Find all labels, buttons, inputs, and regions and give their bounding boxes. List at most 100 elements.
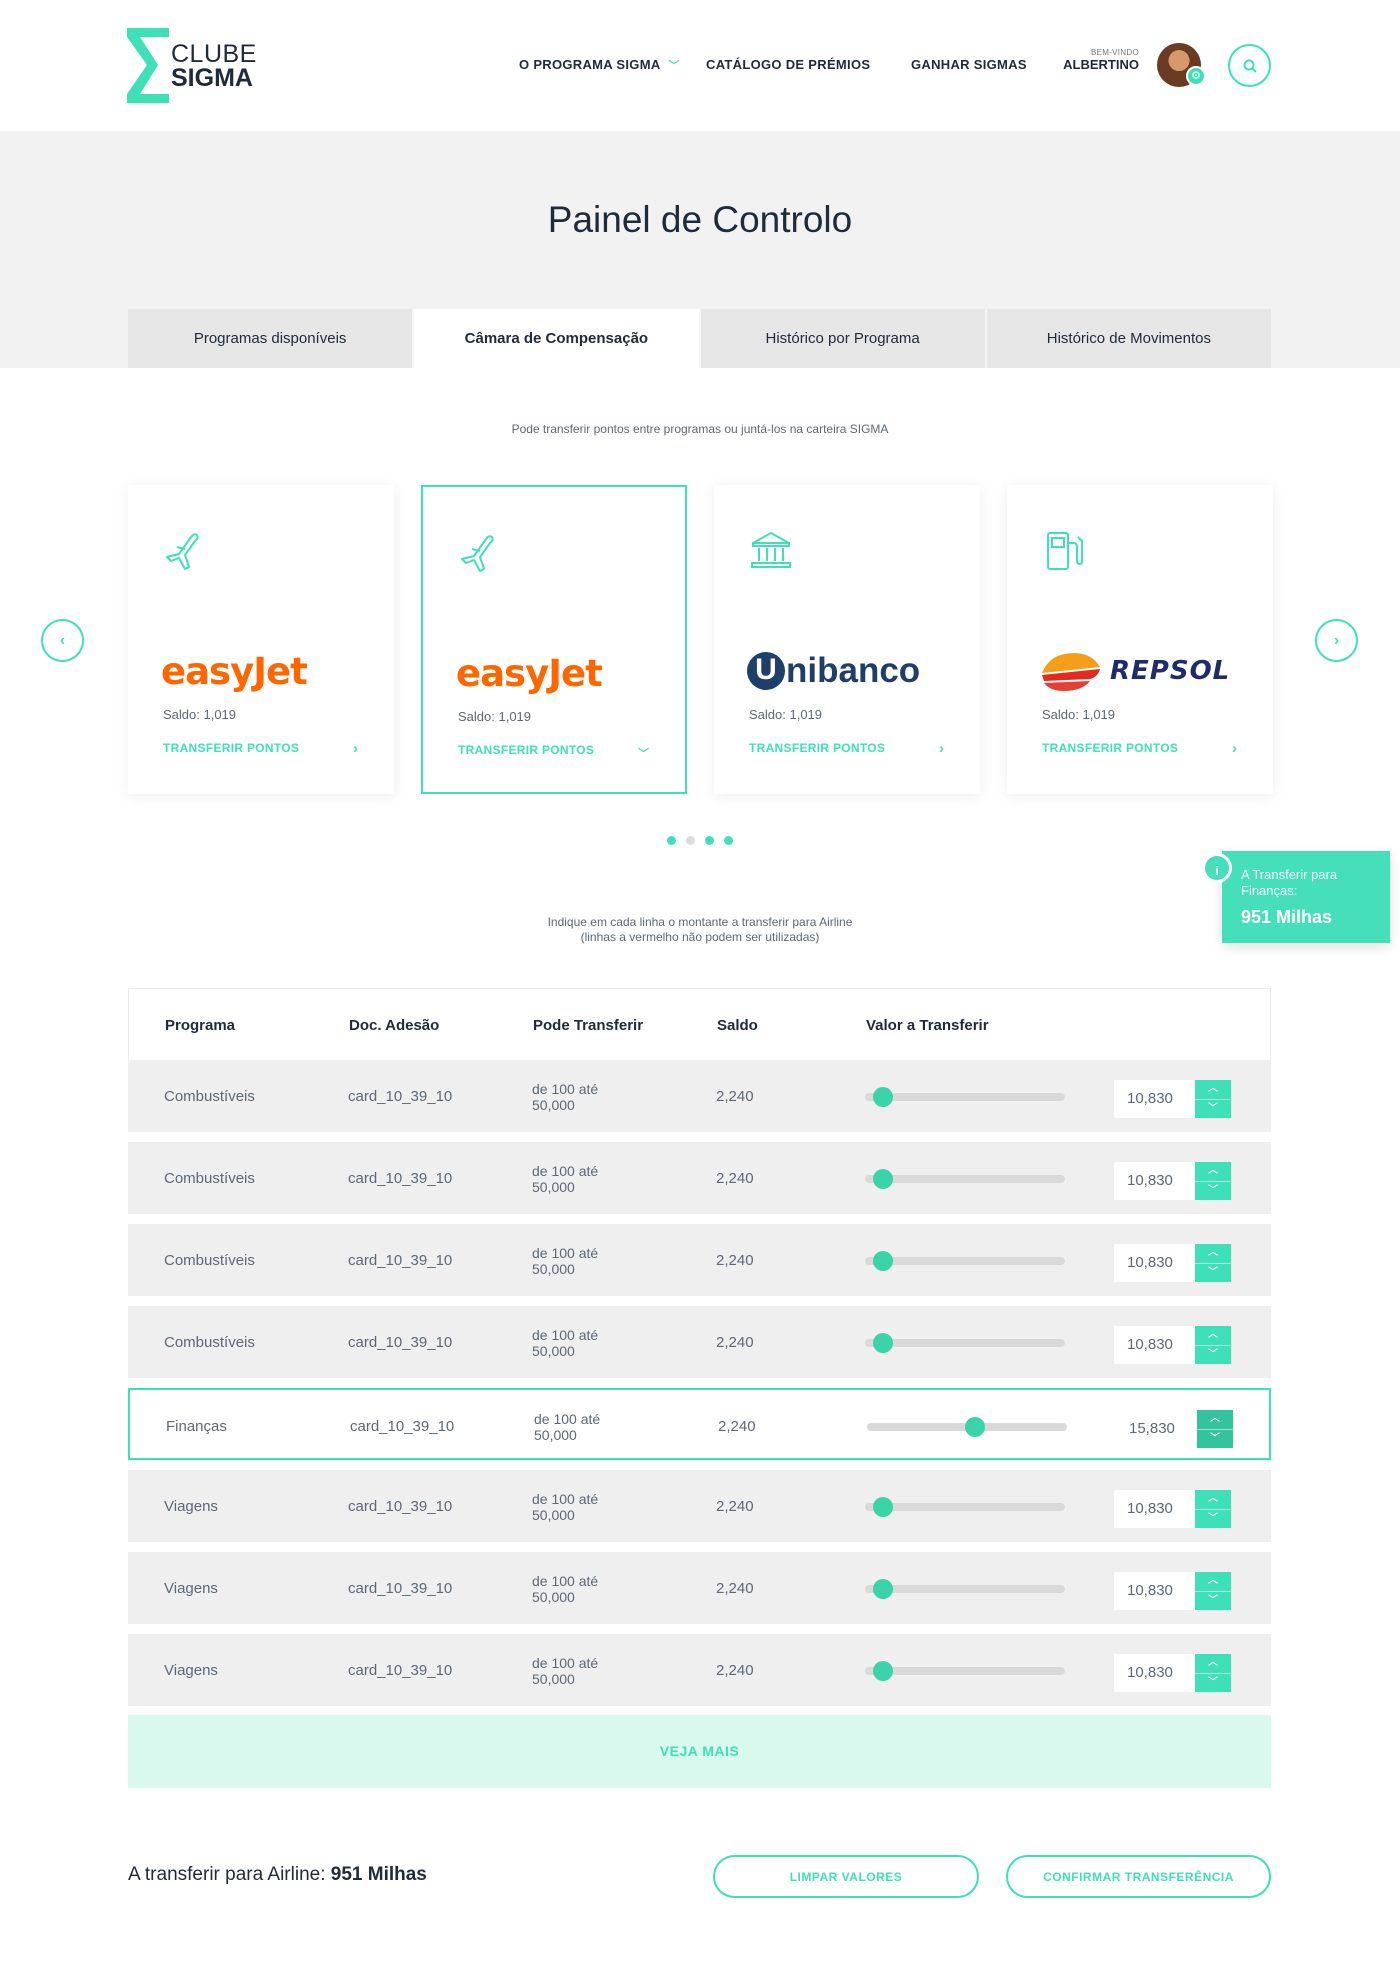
- chevron-up-icon[interactable]: ︿: [1195, 1572, 1231, 1592]
- chevron-right-icon[interactable]: ›: [1232, 740, 1237, 757]
- transfer-points-link[interactable]: TRANSFERIR PONTOS: [1042, 741, 1178, 755]
- chevron-down-icon[interactable]: ﹀: [1195, 1182, 1231, 1201]
- table-row[interactable]: Viagens card_10_39_10 de 100 até 50,000 2,2…: [128, 1552, 1271, 1624]
- value-input[interactable]: 10,830: [1114, 1326, 1195, 1364]
- value-stepper[interactable]: ︿ ﹀: [1195, 1244, 1231, 1282]
- clear-values-button[interactable]: LIMPAR VALORES: [713, 1855, 979, 1898]
- chevron-right-icon[interactable]: ›: [353, 740, 358, 757]
- chevron-down-icon[interactable]: ﹀: [1195, 1674, 1231, 1693]
- carousel-prev-button[interactable]: ‹: [41, 619, 84, 662]
- transfer-points-link[interactable]: TRANSFERIR PONTOS: [163, 741, 299, 755]
- value-input[interactable]: 10,830: [1114, 1162, 1195, 1200]
- chevron-up-icon[interactable]: ︿: [1195, 1162, 1231, 1182]
- table-row[interactable]: Combustíveis card_10_39_10 de 100 até 50,0…: [128, 1306, 1271, 1378]
- nav-programa-sigma[interactable]: O PROGRAMA SIGMA ﹀: [519, 57, 680, 73]
- value-input[interactable]: 10,830: [1114, 1244, 1195, 1282]
- table-row[interactable]: Combustíveis card_10_39_10 de 100 até 50,0…: [128, 1060, 1271, 1132]
- chevron-up-icon[interactable]: ︿: [1197, 1410, 1233, 1430]
- sigma-logo-icon: [127, 28, 169, 103]
- slider-handle[interactable]: [965, 1417, 985, 1437]
- value-slider[interactable]: [865, 1169, 1065, 1189]
- value-slider[interactable]: [867, 1417, 1067, 1437]
- chevron-down-icon[interactable]: ﹀: [1195, 1592, 1231, 1611]
- value-input[interactable]: 10,830: [1114, 1572, 1195, 1610]
- slider-handle[interactable]: [873, 1333, 893, 1353]
- slider-handle[interactable]: [873, 1251, 893, 1271]
- pagination-dot[interactable]: [705, 836, 714, 845]
- value-stepper[interactable]: ︿ ﹀: [1195, 1490, 1231, 1528]
- value-slider[interactable]: [865, 1497, 1065, 1517]
- nav-ganhar-sigmas[interactable]: GANHAR SIGMAS: [911, 57, 1027, 72]
- clube-sigma-logo[interactable]: CLUBE SIGMA: [127, 28, 257, 103]
- value-slider[interactable]: [865, 1579, 1065, 1599]
- chevron-down-icon[interactable]: ﹀: [1195, 1264, 1231, 1283]
- value-slider[interactable]: [865, 1087, 1065, 1107]
- value-stepper[interactable]: ︿ ﹀: [1195, 1654, 1231, 1692]
- value-input[interactable]: 10,830: [1114, 1490, 1195, 1528]
- chevron-up-icon[interactable]: ︿: [1195, 1326, 1231, 1346]
- value-stepper[interactable]: ︿ ﹀: [1195, 1080, 1231, 1118]
- tab-historico-programa[interactable]: Histórico por Programa: [700, 309, 987, 368]
- chevron-down-icon[interactable]: ﹀: [1195, 1346, 1231, 1365]
- carousel-next-button[interactable]: ›: [1315, 619, 1358, 662]
- transfer-points-link[interactable]: TRANSFERIR PONTOS: [458, 743, 594, 757]
- program-card[interactable]: easyJet Saldo: 1,019 TRANSFERIR PONTOS ﹀: [421, 485, 687, 794]
- unibanco-logo: Unibanco: [747, 651, 920, 691]
- col-doc-adesao: Doc. Adesão: [349, 1017, 440, 1034]
- table-row[interactable]: Viagens card_10_39_10 de 100 até 50,000 2,2…: [128, 1470, 1271, 1542]
- chevron-down-icon[interactable]: ﹀: [1195, 1510, 1231, 1529]
- value-stepper[interactable]: ︿ ﹀: [1195, 1162, 1231, 1200]
- unibanco-wordmark: nibanco: [786, 651, 921, 690]
- table-row[interactable]: Finanças card_10_39_10 de 100 até 50,000 2,…: [128, 1388, 1271, 1460]
- value-slider[interactable]: [865, 1251, 1065, 1271]
- user-name[interactable]: ALBERTINO: [1063, 57, 1139, 72]
- pagination-dot[interactable]: [686, 836, 695, 845]
- value-input[interactable]: 10,830: [1114, 1654, 1195, 1692]
- chevron-down-icon[interactable]: ﹀: [1197, 1430, 1233, 1449]
- instructions-line1: Indique em cada linha o montante a trans…: [547, 915, 853, 929]
- chevron-right-icon[interactable]: ›: [939, 740, 944, 757]
- chevron-down-icon[interactable]: ﹀: [638, 745, 649, 761]
- pagination-dot[interactable]: [724, 836, 733, 845]
- pagination-dot[interactable]: [667, 836, 676, 845]
- tab-programas-disponiveis[interactable]: Programas disponíveis: [128, 309, 415, 368]
- slider-handle[interactable]: [873, 1169, 893, 1189]
- value-stepper[interactable]: ︿ ﹀: [1197, 1410, 1233, 1448]
- tab-bar: Programas disponíveis Câmara de Compensa…: [128, 309, 1271, 368]
- search-button[interactable]: [1228, 44, 1271, 87]
- value-stepper[interactable]: ︿ ﹀: [1195, 1326, 1231, 1364]
- table-row[interactable]: Combustíveis card_10_39_10 de 100 até 50,0…: [128, 1142, 1271, 1214]
- cell-doc-adesao: card_10_39_10: [348, 1334, 453, 1351]
- info-icon[interactable]: i: [1202, 853, 1232, 883]
- slider-handle[interactable]: [873, 1087, 893, 1107]
- program-card[interactable]: REPSOL Saldo: 1,019 TRANSFERIR PONTOS ›: [1007, 485, 1273, 794]
- nav-catalogo[interactable]: CATÁLOGO DE PRÉMIOS: [706, 57, 870, 72]
- chevron-up-icon[interactable]: ︿: [1195, 1490, 1231, 1510]
- welcome-block: BEM-VINDO ALBERTINO: [1063, 48, 1139, 72]
- table-row[interactable]: Viagens card_10_39_10 de 100 até 50,000 2,2…: [128, 1634, 1271, 1706]
- chevron-down-icon[interactable]: ﹀: [1195, 1100, 1231, 1119]
- cell-saldo: 2,240: [716, 1334, 754, 1351]
- tab-historico-movimentos[interactable]: Histórico de Movimentos: [986, 309, 1271, 368]
- program-card[interactable]: Unibanco Saldo: 1,019 TRANSFERIR PONTOS …: [714, 485, 980, 794]
- slider-handle[interactable]: [873, 1661, 893, 1681]
- confirm-transfer-button[interactable]: CONFIRMAR TRANSFERÊNCIA: [1006, 1855, 1271, 1898]
- table-row[interactable]: Combustíveis card_10_39_10 de 100 até 50,0…: [128, 1224, 1271, 1296]
- summary-label: A Transferir para Finanças:: [1241, 867, 1338, 898]
- chevron-up-icon[interactable]: ︿: [1195, 1654, 1231, 1674]
- value-slider[interactable]: [865, 1661, 1065, 1681]
- value-input[interactable]: 15,830: [1116, 1410, 1197, 1448]
- tab-camara-compensacao[interactable]: Câmara de Compensação: [414, 309, 701, 368]
- cell-saldo: 2,240: [716, 1580, 754, 1597]
- chevron-up-icon[interactable]: ︿: [1195, 1080, 1231, 1100]
- gear-icon[interactable]: ⚙: [1186, 66, 1206, 86]
- chevron-up-icon[interactable]: ︿: [1195, 1244, 1231, 1264]
- slider-handle[interactable]: [873, 1497, 893, 1517]
- see-more-button[interactable]: VEJA MAIS: [128, 1715, 1271, 1788]
- slider-handle[interactable]: [873, 1579, 893, 1599]
- value-input[interactable]: 10,830: [1114, 1080, 1195, 1118]
- value-slider[interactable]: [865, 1333, 1065, 1353]
- value-stepper[interactable]: ︿ ﹀: [1195, 1572, 1231, 1610]
- transfer-points-link[interactable]: TRANSFERIR PONTOS: [749, 741, 885, 755]
- program-card[interactable]: easyJet Saldo: 1,019 TRANSFERIR PONTOS ›: [128, 485, 394, 794]
